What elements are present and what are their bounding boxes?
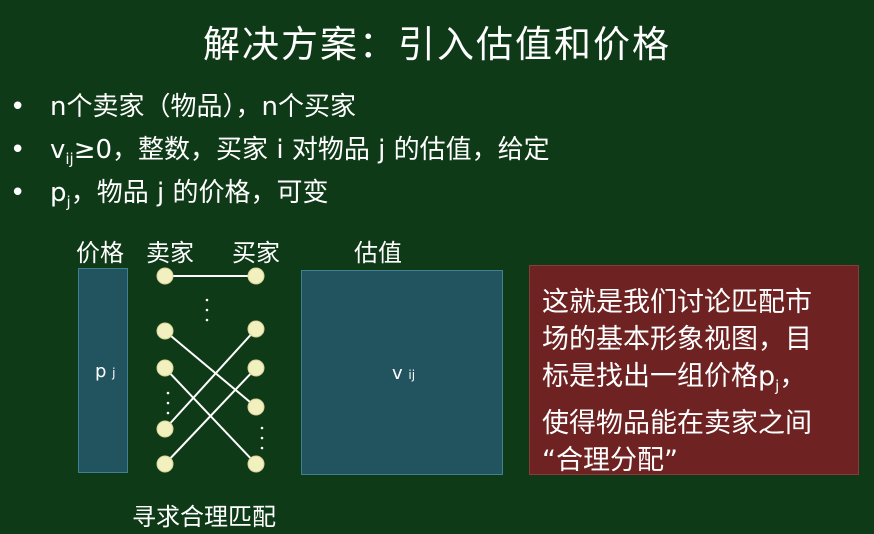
note-line: “合理分配” (542, 445, 678, 476)
explanation-note: 这就是我们讨论匹配市 场的基本形象视图，目 标是找出一组价格pj， 使得物品能在… (529, 265, 859, 476)
matching-edges (164, 275, 257, 465)
buyer-node (247, 455, 265, 473)
note-line: 场的基本形象视图，目 (542, 324, 812, 355)
valuation-box-text: v ij (392, 363, 416, 384)
seller-node (156, 322, 174, 340)
note-line: 这就是我们讨论匹配市 (542, 287, 812, 318)
buyer-node (247, 398, 265, 416)
note-line: 使得物品能在卖家之间 (542, 408, 812, 439)
edge (164, 328, 257, 430)
diagram-caption: 寻求合理匹配 (132, 503, 276, 531)
valuation-box: v ij (301, 270, 503, 475)
seller-node (156, 420, 174, 438)
seller-node (156, 359, 174, 377)
buyer-nodes (247, 267, 265, 473)
seller-node (156, 267, 174, 285)
note-line: 标是找出一组价格pj， (542, 361, 807, 395)
buyer-node (247, 320, 265, 338)
seller-nodes (156, 267, 174, 473)
seller-node (156, 455, 174, 473)
buyer-node (247, 359, 265, 377)
buyer-node (247, 267, 265, 285)
edge (164, 330, 257, 408)
